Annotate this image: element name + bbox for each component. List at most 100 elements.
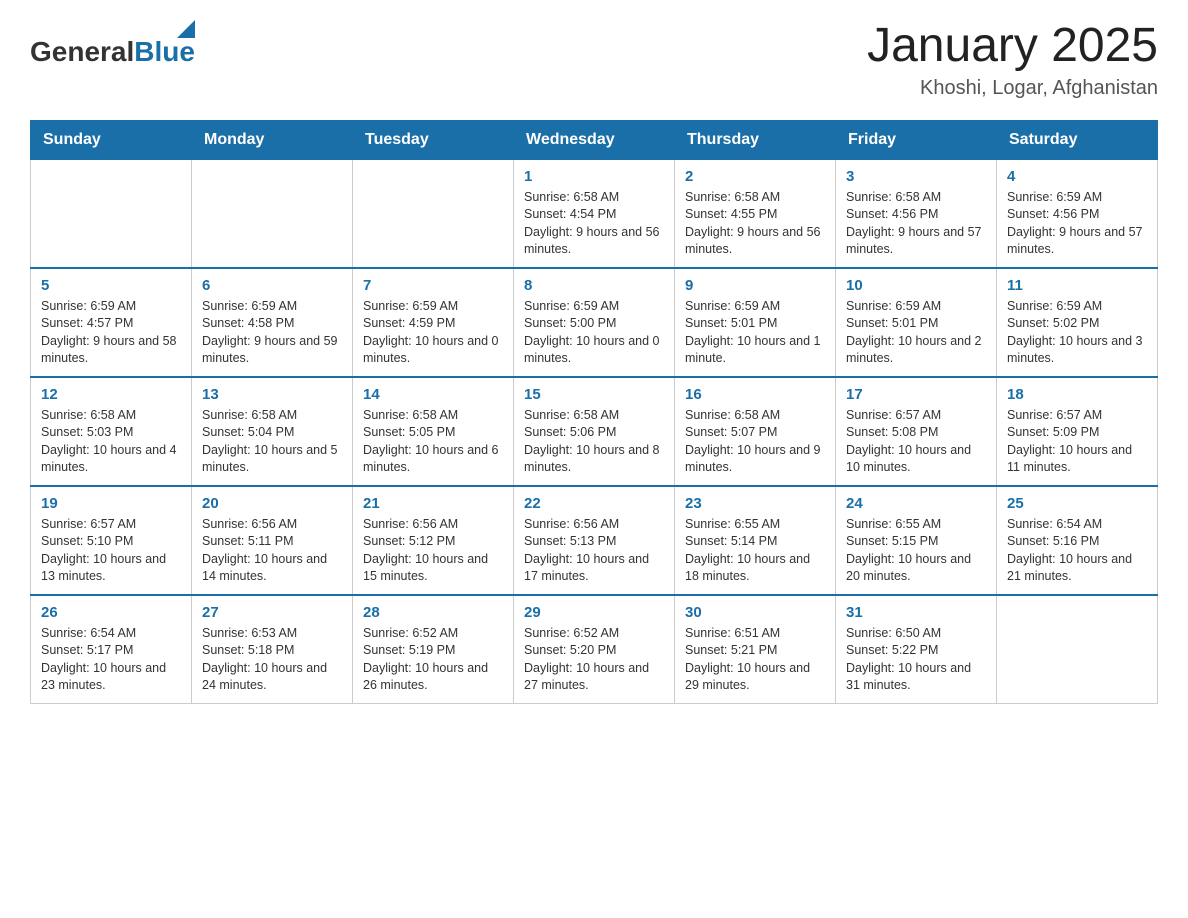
day-info: Sunrise: 6:52 AM Sunset: 5:20 PM Dayligh…	[524, 625, 664, 695]
calendar-cell: 10Sunrise: 6:59 AM Sunset: 5:01 PM Dayli…	[836, 268, 997, 377]
calendar-cell	[353, 159, 514, 268]
day-number: 1	[524, 168, 664, 185]
calendar-cell: 16 Sunrise: 6:58 AM Sunset: 5:07 PM Dayli…	[675, 377, 836, 486]
day-number: 27	[202, 604, 342, 621]
calendar-cell: 26Sunrise: 6:54 AM Sunset: 5:17 PM Dayli…	[31, 595, 192, 704]
day-info: Sunrise: 6:59 AM Sunset: 4:58 PM Dayligh…	[202, 298, 342, 368]
calendar-cell: 25 Sunrise: 6:54 AM Sunset: 5:16 PM Dayli…	[997, 486, 1158, 595]
calendar-cell: 15 Sunrise: 6:58 AM Sunset: 5:06 PM Dayli…	[514, 377, 675, 486]
title-area: January 2025 Khoshi, Logar, Afghanistan	[867, 20, 1158, 100]
calendar-cell: 7 Sunrise: 6:59 AM Sunset: 4:59 PM Daylig…	[353, 268, 514, 377]
day-number: 5	[41, 277, 181, 294]
calendar-cell: 24Sunrise: 6:55 AM Sunset: 5:15 PM Dayli…	[836, 486, 997, 595]
day-number: 7	[363, 277, 503, 294]
day-number: 3	[846, 168, 986, 185]
calendar-cell: 2 Sunrise: 6:58 AM Sunset: 4:55 PM Daylig…	[675, 159, 836, 268]
calendar-cell: 9Sunrise: 6:59 AM Sunset: 5:01 PM Daylig…	[675, 268, 836, 377]
day-info: Sunrise: 6:54 AM Sunset: 5:16 PM Dayligh…	[1007, 516, 1147, 586]
column-header-sunday: Sunday	[31, 120, 192, 159]
day-number: 4	[1007, 168, 1147, 185]
column-header-wednesday: Wednesday	[514, 120, 675, 159]
column-header-friday: Friday	[836, 120, 997, 159]
day-info: Sunrise: 6:50 AM Sunset: 5:22 PM Dayligh…	[846, 625, 986, 695]
calendar-cell: 19 Sunrise: 6:57 AM Sunset: 5:10 PM Dayli…	[31, 486, 192, 595]
calendar-cell: 5 Sunrise: 6:59 AM Sunset: 4:57 PM Daylig…	[31, 268, 192, 377]
page-header: General Blue January 2025 Khoshi, Logar,…	[30, 20, 1158, 100]
day-number: 16	[685, 386, 825, 403]
logo-blue-part: Blue	[134, 20, 195, 68]
day-number: 31	[846, 604, 986, 621]
column-header-monday: Monday	[192, 120, 353, 159]
calendar-title: January 2025	[867, 20, 1158, 73]
calendar-cell: 29Sunrise: 6:52 AM Sunset: 5:20 PM Dayli…	[514, 595, 675, 704]
day-number: 25	[1007, 495, 1147, 512]
day-number: 17	[846, 386, 986, 403]
day-number: 12	[41, 386, 181, 403]
calendar-header-row: SundayMondayTuesdayWednesdayThursdayFrid…	[31, 120, 1158, 159]
day-info: Sunrise: 6:56 AM Sunset: 5:13 PM Dayligh…	[524, 516, 664, 586]
calendar-cell: 1 Sunrise: 6:58 AM Sunset: 4:54 PM Daylig…	[514, 159, 675, 268]
day-number: 22	[524, 495, 664, 512]
calendar-cell: 20 Sunrise: 6:56 AM Sunset: 5:11 PM Dayli…	[192, 486, 353, 595]
day-info: Sunrise: 6:59 AM Sunset: 5:00 PM Dayligh…	[524, 298, 664, 368]
calendar-cell: 14 Sunrise: 6:58 AM Sunset: 5:05 PM Dayli…	[353, 377, 514, 486]
column-header-tuesday: Tuesday	[353, 120, 514, 159]
calendar-cell: 28 Sunrise: 6:52 AM Sunset: 5:19 PM Dayli…	[353, 595, 514, 704]
calendar-cell: 17 Sunrise: 6:57 AM Sunset: 5:08 PM Dayli…	[836, 377, 997, 486]
day-info: Sunrise: 6:54 AM Sunset: 5:17 PM Dayligh…	[41, 625, 181, 695]
calendar-cell: 12Sunrise: 6:58 AM Sunset: 5:03 PM Dayli…	[31, 377, 192, 486]
day-number: 23	[685, 495, 825, 512]
day-info: Sunrise: 6:58 AM Sunset: 4:54 PM Dayligh…	[524, 189, 664, 259]
calendar-cell: 4 Sunrise: 6:59 AM Sunset: 4:56 PM Daylig…	[997, 159, 1158, 268]
day-number: 15	[524, 386, 664, 403]
day-number: 6	[202, 277, 342, 294]
calendar-cell: 8Sunrise: 6:59 AM Sunset: 5:00 PM Daylig…	[514, 268, 675, 377]
day-info: Sunrise: 6:59 AM Sunset: 4:57 PM Dayligh…	[41, 298, 181, 368]
day-info: Sunrise: 6:59 AM Sunset: 4:59 PM Dayligh…	[363, 298, 503, 368]
day-info: Sunrise: 6:56 AM Sunset: 5:11 PM Dayligh…	[202, 516, 342, 586]
day-number: 28	[363, 604, 503, 621]
day-info: Sunrise: 6:58 AM Sunset: 4:55 PM Dayligh…	[685, 189, 825, 259]
calendar-cell	[997, 595, 1158, 704]
calendar-cell: 3 Sunrise: 6:58 AM Sunset: 4:56 PM Daylig…	[836, 159, 997, 268]
column-header-saturday: Saturday	[997, 120, 1158, 159]
day-number: 18	[1007, 386, 1147, 403]
calendar-cell: 30Sunrise: 6:51 AM Sunset: 5:21 PM Dayli…	[675, 595, 836, 704]
day-number: 2	[685, 168, 825, 185]
column-header-thursday: Thursday	[675, 120, 836, 159]
day-info: Sunrise: 6:58 AM Sunset: 5:07 PM Dayligh…	[685, 407, 825, 477]
day-info: Sunrise: 6:57 AM Sunset: 5:10 PM Dayligh…	[41, 516, 181, 586]
calendar-cell: 21 Sunrise: 6:56 AM Sunset: 5:12 PM Dayli…	[353, 486, 514, 595]
day-info: Sunrise: 6:58 AM Sunset: 5:06 PM Dayligh…	[524, 407, 664, 477]
day-info: Sunrise: 6:58 AM Sunset: 4:56 PM Dayligh…	[846, 189, 986, 259]
logo: General Blue	[30, 20, 195, 68]
day-info: Sunrise: 6:59 AM Sunset: 4:56 PM Dayligh…	[1007, 189, 1147, 259]
calendar-week-row: 5 Sunrise: 6:59 AM Sunset: 4:57 PM Daylig…	[31, 268, 1158, 377]
day-info: Sunrise: 6:58 AM Sunset: 5:05 PM Dayligh…	[363, 407, 503, 477]
day-number: 30	[685, 604, 825, 621]
day-info: Sunrise: 6:58 AM Sunset: 5:04 PM Dayligh…	[202, 407, 342, 477]
day-info: Sunrise: 6:59 AM Sunset: 5:02 PM Dayligh…	[1007, 298, 1147, 368]
logo-blue-text: Blue	[134, 36, 195, 68]
day-number: 14	[363, 386, 503, 403]
day-number: 19	[41, 495, 181, 512]
day-info: Sunrise: 6:57 AM Sunset: 5:08 PM Dayligh…	[846, 407, 986, 477]
day-number: 21	[363, 495, 503, 512]
day-number: 10	[846, 277, 986, 294]
day-number: 20	[202, 495, 342, 512]
calendar-cell	[31, 159, 192, 268]
calendar-cell: 27 Sunrise: 6:53 AM Sunset: 5:18 PM Dayli…	[192, 595, 353, 704]
day-info: Sunrise: 6:56 AM Sunset: 5:12 PM Dayligh…	[363, 516, 503, 586]
day-info: Sunrise: 6:55 AM Sunset: 5:15 PM Dayligh…	[846, 516, 986, 586]
day-info: Sunrise: 6:53 AM Sunset: 5:18 PM Dayligh…	[202, 625, 342, 695]
calendar-week-row: 1 Sunrise: 6:58 AM Sunset: 4:54 PM Daylig…	[31, 159, 1158, 268]
logo-general-text: General	[30, 36, 134, 68]
calendar-table: SundayMondayTuesdayWednesdayThursdayFrid…	[30, 120, 1158, 704]
calendar-cell: 22 Sunrise: 6:56 AM Sunset: 5:13 PM Dayli…	[514, 486, 675, 595]
calendar-cell: 23 Sunrise: 6:55 AM Sunset: 5:14 PM Dayli…	[675, 486, 836, 595]
calendar-cell: 6 Sunrise: 6:59 AM Sunset: 4:58 PM Daylig…	[192, 268, 353, 377]
day-number: 9	[685, 277, 825, 294]
day-info: Sunrise: 6:52 AM Sunset: 5:19 PM Dayligh…	[363, 625, 503, 695]
day-info: Sunrise: 6:55 AM Sunset: 5:14 PM Dayligh…	[685, 516, 825, 586]
calendar-week-row: 19 Sunrise: 6:57 AM Sunset: 5:10 PM Dayli…	[31, 486, 1158, 595]
